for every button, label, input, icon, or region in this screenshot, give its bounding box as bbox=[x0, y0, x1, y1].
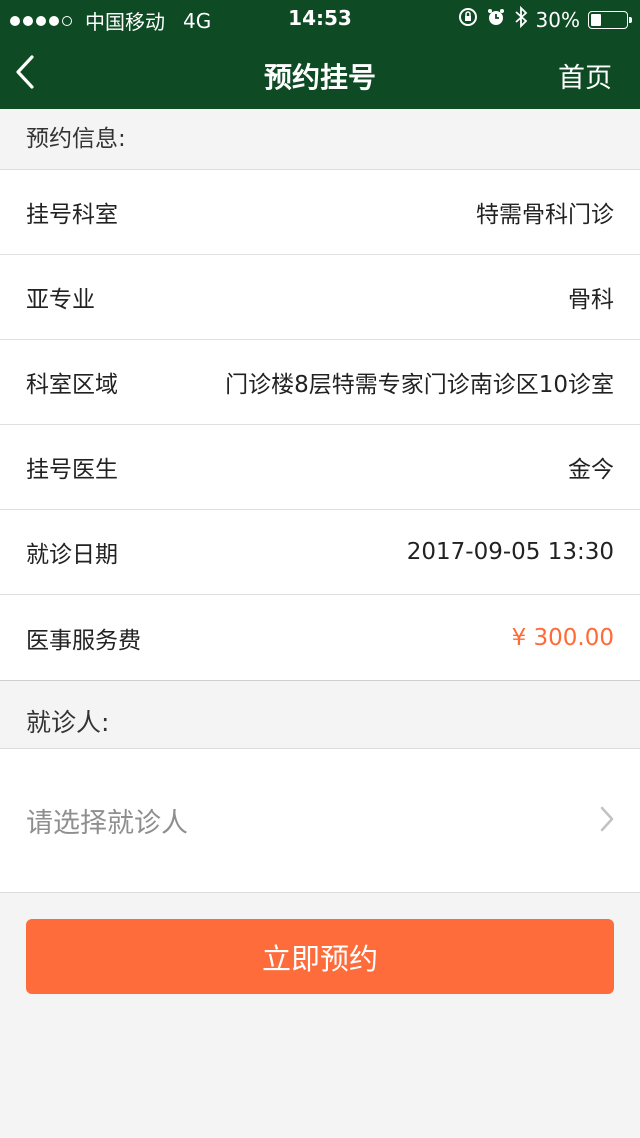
info-label: 亚专业 bbox=[26, 287, 95, 313]
page-title: 预约挂号 bbox=[263, 61, 376, 94]
status-bar: 中国移动 4G 14:53 30% bbox=[0, 0, 640, 36]
info-row-subspecialty: 亚专业 骨科 bbox=[0, 255, 640, 340]
battery-fill bbox=[591, 13, 601, 26]
select-patient-row[interactable]: 请选择就诊人 bbox=[0, 749, 640, 893]
info-row-department: 挂号科室 特需骨科门诊 bbox=[0, 170, 640, 255]
nav-bar: 预约挂号 首页 bbox=[0, 36, 640, 109]
info-label: 就诊日期 bbox=[26, 542, 118, 568]
info-value: 骨科 bbox=[568, 287, 614, 313]
info-row-area: 科室区域 门诊楼8层特需专家门诊南诊区10诊室 bbox=[0, 340, 640, 425]
info-value: 特需骨科门诊 bbox=[476, 202, 614, 228]
booking-info-list: 挂号科室 特需骨科门诊 亚专业 骨科 科室区域 门诊楼8层特需专家门诊南诊区10… bbox=[0, 170, 640, 681]
alarm-icon bbox=[486, 7, 506, 32]
info-label: 挂号科室 bbox=[26, 202, 118, 228]
battery-icon bbox=[588, 10, 632, 29]
battery-percent: 30% bbox=[535, 7, 580, 32]
bluetooth-icon bbox=[514, 5, 528, 33]
info-label: 科室区域 bbox=[26, 372, 118, 398]
status-right: 30% bbox=[458, 5, 632, 33]
info-row-fee: 医事服务费 ¥ 300.00 bbox=[0, 595, 640, 680]
info-row-doctor: 挂号医生 金今 bbox=[0, 425, 640, 510]
info-row-date: 就诊日期 2017-09-05 13:30 bbox=[0, 510, 640, 595]
book-now-button[interactable]: 立即预约 bbox=[26, 919, 614, 994]
rotation-lock-icon bbox=[458, 7, 478, 32]
info-value: 门诊楼8层特需专家门诊南诊区10诊室 bbox=[225, 372, 614, 398]
info-label: 医事服务费 bbox=[26, 627, 141, 654]
info-value: 2017-09-05 13:30 bbox=[406, 539, 614, 565]
patient-header: 就诊人: bbox=[0, 681, 640, 749]
select-patient-placeholder: 请选择就诊人 bbox=[26, 808, 188, 839]
chevron-right-icon bbox=[600, 806, 614, 836]
fee-value: ¥ 300.00 bbox=[511, 624, 614, 651]
info-label: 挂号医生 bbox=[26, 457, 118, 483]
home-link[interactable]: 首页 bbox=[558, 56, 612, 95]
booking-info-header: 预约信息: bbox=[0, 109, 640, 170]
info-value: 金今 bbox=[568, 457, 614, 483]
